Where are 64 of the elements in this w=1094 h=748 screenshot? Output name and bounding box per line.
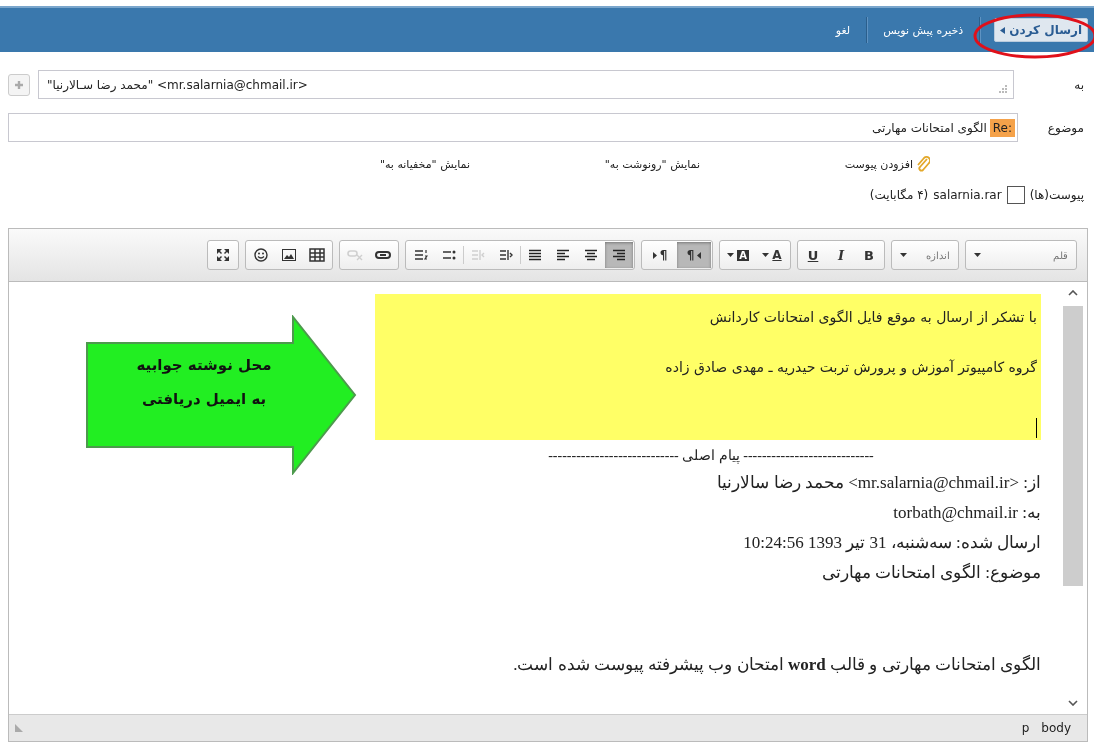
triangle-icon: [1000, 26, 1006, 34]
image-icon: [282, 249, 296, 261]
bold-button[interactable]: B: [855, 242, 883, 268]
bullet-list-icon: [442, 249, 456, 261]
rtl-button[interactable]: ¶: [677, 242, 711, 268]
quoted-line: موضوع: الگوی امتحانات مهارتی: [820, 562, 1041, 585]
scroll-down-icon[interactable]: [1068, 700, 1078, 706]
reply-line: با تشکر از ارسال به موقع فایل الگوی امتحانات کاردانش: [708, 308, 1037, 328]
quoted-line: به: torbath@chmail.ir: [892, 502, 1041, 524]
caret-icon: [727, 253, 735, 257]
caret-icon: [900, 253, 907, 257]
checkbox[interactable]: [1006, 186, 1025, 204]
quoted-line: از: <mr.salarnia@chmail.ir> محمد رضا سالارنیا: [716, 472, 1041, 494]
text-color-button[interactable]: A: [755, 242, 789, 268]
scroll-up-icon[interactable]: [1068, 290, 1078, 296]
subject-text: الگوی امتحانات مهارتی: [872, 120, 987, 135]
paperclip-icon: [916, 156, 930, 172]
caret-icon: [974, 253, 981, 257]
reply-prefix: Re:: [989, 118, 1015, 137]
outdent-icon: [471, 249, 485, 261]
align-right-icon: [612, 249, 626, 261]
plus-icon: [14, 79, 24, 90]
path-item[interactable]: p: [1021, 721, 1030, 735]
quoted-line: ارسال شده: سه‌شنبه، 31 تیر 1393 10:24:56: [742, 532, 1041, 554]
dropdown[interactable]: اندازه: [891, 240, 959, 270]
show-field-link[interactable]: نمایش "رونوشت به": [470, 156, 700, 172]
text-cursor: [1036, 418, 1037, 438]
show-field-link[interactable]: نمایش "مخفیانه به": [379, 156, 470, 172]
align-right-button[interactable]: [605, 242, 633, 268]
smiley-icon: [254, 248, 268, 262]
fullscreen-icon: [216, 248, 230, 262]
link-icon: [375, 250, 391, 260]
field-label: به: [1073, 77, 1084, 92]
triangle-icon: [697, 251, 702, 259]
reply-line: گروه کامپیوتر آموزش و پرورش تربت حیدریه ـ مهدی صادق زاده: [664, 358, 1037, 378]
unlink-icon: [347, 249, 363, 261]
quoted-line: ---------------------------- پیام اصلی ----------------------------: [547, 447, 875, 466]
path-item[interactable]: body: [1041, 721, 1071, 735]
action-link[interactable]: ذخیره پیش نویس: [881, 23, 966, 37]
add-attachment-link[interactable]: افزودن پیوست: [700, 156, 930, 172]
action-link[interactable]: لغو: [833, 23, 853, 37]
file-size: (۴ مگابایت): [869, 188, 929, 202]
numbered-list-icon: [414, 249, 428, 261]
resize-grip-icon[interactable]: [15, 724, 23, 732]
attachments-label: پیوست(ها): [1029, 188, 1084, 202]
caret-icon: [762, 253, 770, 257]
ltr-button[interactable]: ¶: [643, 242, 677, 268]
dropdown[interactable]: قلم: [965, 240, 1077, 270]
triangle-icon: [652, 251, 657, 259]
align-left-icon: [556, 249, 570, 261]
recipient-field[interactable]: "محمد رضا سـالارنیا" <mr.salarnia@chmail.ir>: [38, 70, 1014, 99]
indent-icon: [499, 249, 513, 261]
table-icon: [309, 248, 325, 262]
scroll-thumb[interactable]: [1063, 306, 1083, 586]
bg-color-button[interactable]: A: [721, 242, 755, 268]
send-button[interactable]: ارسال کردن: [994, 18, 1088, 42]
file-name: salarnia.rar: [933, 188, 1002, 202]
align-justify-icon: [528, 249, 542, 261]
align-center-icon: [584, 249, 598, 261]
field-label: موضوع: [1046, 120, 1084, 135]
callout-text: محل نوشته جوابیه به ایمیل دریافتی: [135, 355, 273, 410]
italic-button[interactable]: I: [827, 242, 855, 268]
underline-button[interactable]: U: [799, 242, 827, 268]
resize-grip-icon: [999, 85, 1007, 93]
